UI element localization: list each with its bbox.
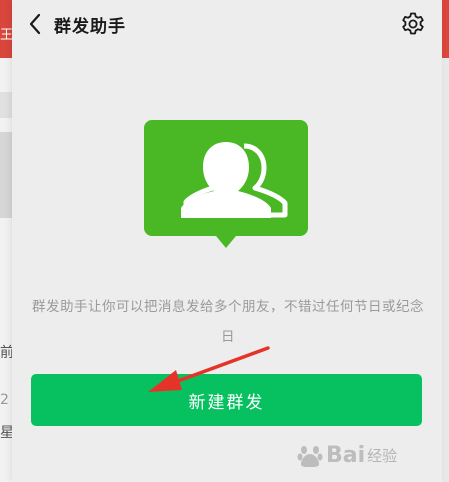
background-app-row [0, 92, 12, 118]
broadcast-assistant-panel: 群发助手 群发助手让你可以把消息发给多个朋友，不错过任何节日或纪念日 新建群发 [12, 0, 442, 482]
background-app [0, 0, 12, 482]
new-broadcast-button[interactable]: 新建群发 [31, 374, 422, 426]
back-button[interactable] [22, 10, 48, 38]
description-text: 群发助手让你可以把消息发给多个朋友，不错过任何节日或纪念日 [32, 299, 424, 345]
chevron-left-icon [29, 13, 41, 35]
page-title: 群发助手 [54, 17, 126, 37]
background-app-header-right [442, 0, 449, 58]
gear-icon [402, 12, 424, 35]
group-chat-icon [144, 120, 308, 248]
settings-button[interactable] [400, 11, 426, 37]
background-app-block [0, 132, 12, 218]
navigation-bar: 群发助手 [12, 0, 442, 48]
